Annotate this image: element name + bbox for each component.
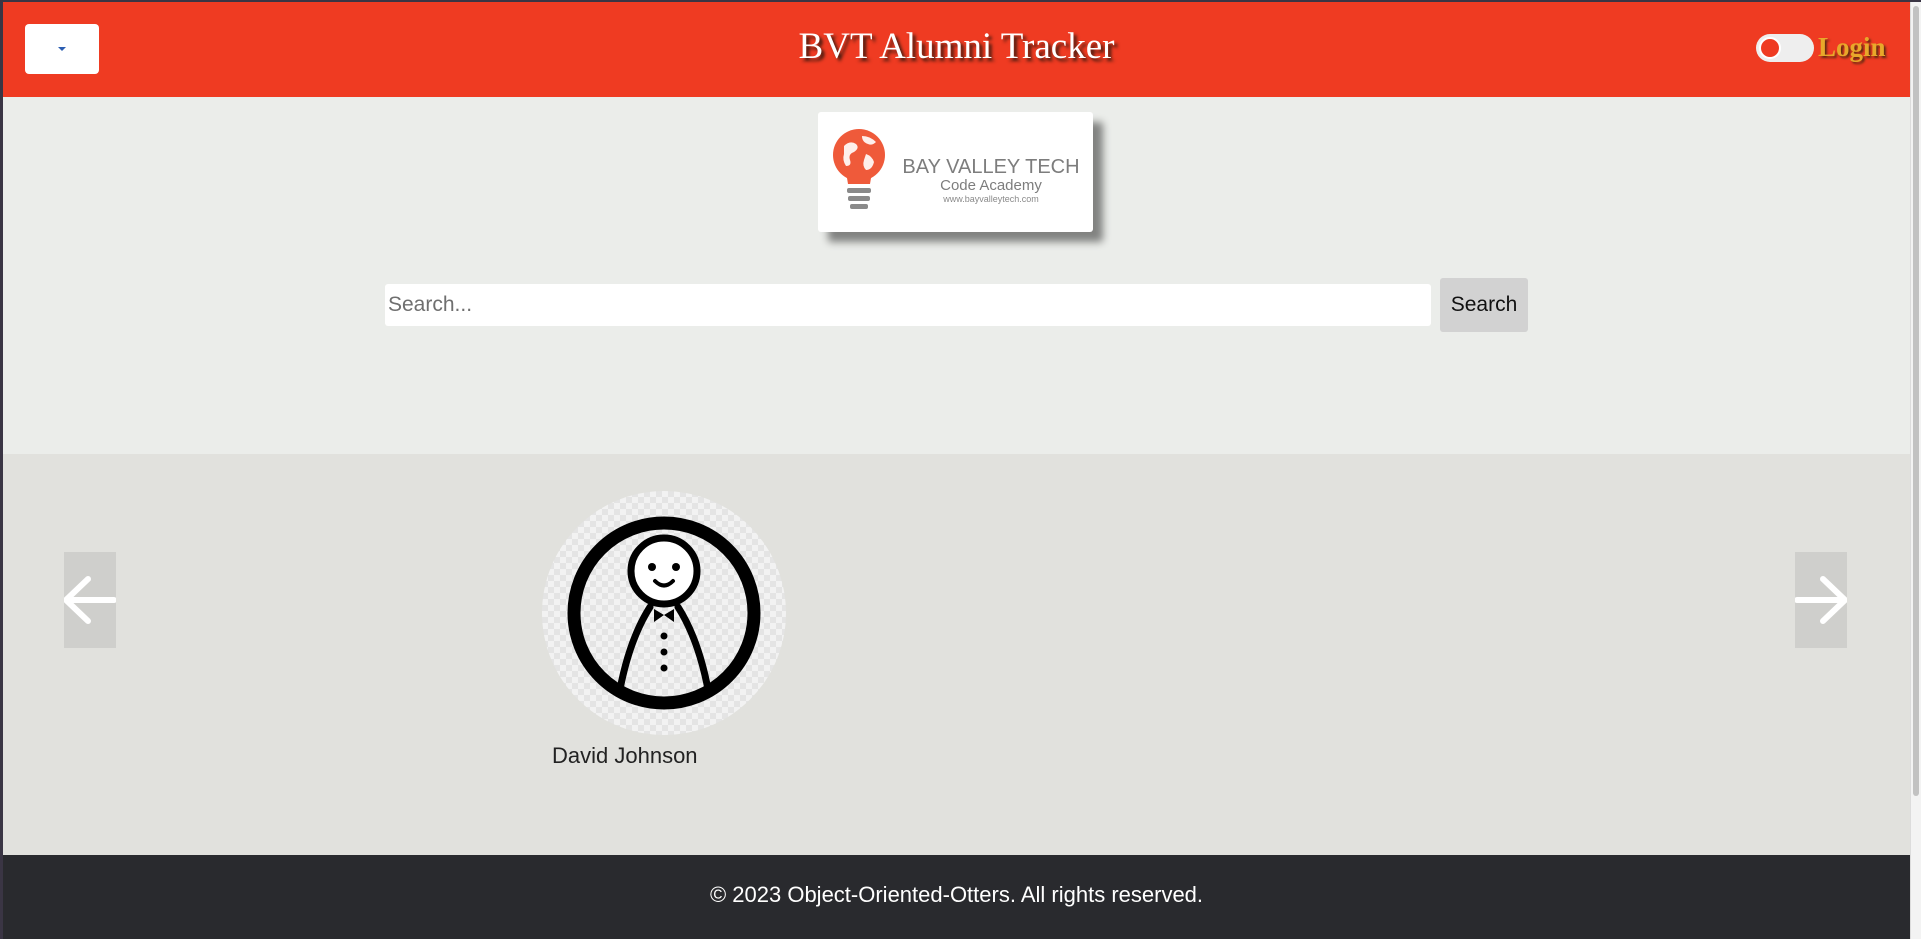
logo-name: BAY VALLEY TECH (902, 156, 1080, 178)
arrow-right-icon (1795, 576, 1847, 624)
footer-copyright: © 2023 Object-Oriented-Otters. All right… (709, 882, 1204, 907)
vertical-scrollbar[interactable] (1910, 2, 1921, 939)
app-title: BVT Alumni Tracker (798, 26, 1115, 67)
footer: © 2023 Object-Oriented-Otters. All right… (3, 855, 1910, 939)
logo-url: www.bayvalleytech.com (943, 194, 1039, 204)
top-navbar: BVT Alumni Tracker Login (3, 2, 1910, 97)
login-link[interactable]: Login (1818, 31, 1886, 63)
arrow-left-icon (64, 576, 116, 624)
stick-figure-icon (567, 516, 761, 710)
carousel-next-button[interactable] (1795, 552, 1847, 648)
carousel-prev-button[interactable] (64, 552, 116, 648)
logo-card: BAY VALLEY TECH Code Academy www.bayvall… (818, 112, 1093, 232)
scrollbar-thumb[interactable] (1913, 6, 1919, 796)
avatar (542, 491, 786, 735)
browser-viewport: BVT Alumni Tracker Login BAY VALLEY TECH… (3, 2, 1910, 939)
search-input[interactable] (385, 284, 1431, 326)
theme-toggle[interactable] (1756, 34, 1814, 62)
profile-name: David Johnson (552, 743, 698, 768)
profile-card[interactable]: David Johnson (542, 491, 788, 791)
toggle-knob (1759, 37, 1781, 59)
lightbulb-globe-icon (833, 129, 885, 209)
alumni-carousel: David Johnson (3, 454, 1910, 855)
search-button[interactable]: Search (1440, 278, 1528, 332)
